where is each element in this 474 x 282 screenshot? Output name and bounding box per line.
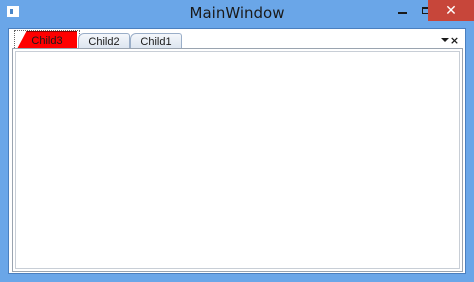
tab-content-panel — [12, 48, 463, 272]
close-tab-button[interactable]: × — [449, 33, 460, 47]
tab-label: Child2 — [88, 35, 120, 48]
close-button[interactable]: ✕ — [428, 0, 474, 21]
chevron-down-icon — [440, 38, 449, 42]
main-window: MainWindow ✕ Child3 Child2 Child1 × — [0, 0, 474, 282]
tab-child1[interactable]: Child1 — [130, 33, 182, 49]
tab-strip: Child3 Child2 Child1 × — [12, 30, 462, 50]
minimize-icon — [397, 12, 407, 14]
tab-content-inner — [15, 51, 460, 269]
close-icon: ✕ — [445, 2, 457, 19]
tab-label: Child1 — [140, 35, 172, 48]
close-icon: × — [449, 33, 460, 47]
tab-child2[interactable]: Child2 — [78, 33, 130, 49]
tab-child3[interactable]: Child3 — [17, 31, 77, 49]
minimize-button[interactable] — [389, 0, 415, 21]
title-bar[interactable]: MainWindow ✕ — [0, 0, 474, 26]
tab-label: Child3 — [31, 34, 63, 47]
client-area: Child3 Child2 Child1 × — [8, 28, 466, 274]
